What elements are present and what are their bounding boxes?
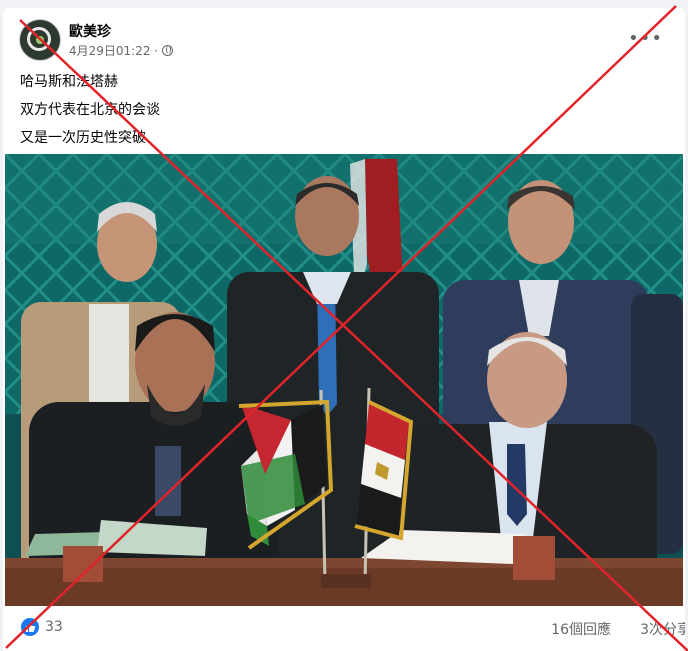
post-text-line-3: 又是一次历史性突破 [20, 130, 146, 146]
author-name[interactable]: 歐美珍 [69, 21, 111, 41]
avatar[interactable] [19, 19, 61, 61]
avatar-dot [36, 36, 44, 44]
post-meta: 4月29日01:22 · [69, 42, 174, 59]
comments-count[interactable]: 16個回應 [551, 619, 611, 639]
reaction-count[interactable]: 33 [45, 619, 63, 635]
post-photo[interactable] [5, 154, 683, 606]
more-options-icon[interactable]: ••• [628, 28, 663, 49]
shares-count[interactable]: 3次分享 [640, 619, 685, 639]
post-footer: 33 16個回應 3次分享 [3, 606, 685, 651]
post-text: 哈马斯和法塔赫 双方代表在北京的会谈 又是一次历史性突破 [20, 68, 160, 152]
globe-icon [162, 45, 174, 56]
post-timestamp[interactable]: 4月29日01:22 · [69, 42, 158, 59]
post-text-line-2: 双方代表在北京的会谈 [20, 102, 160, 118]
post-card: 歐美珍 4月29日01:22 · ••• 哈马斯和法塔赫 双方代表在北京的会谈 … [3, 8, 685, 651]
post-text-line-1: 哈马斯和法塔赫 [20, 74, 118, 90]
like-icon[interactable] [21, 618, 39, 636]
